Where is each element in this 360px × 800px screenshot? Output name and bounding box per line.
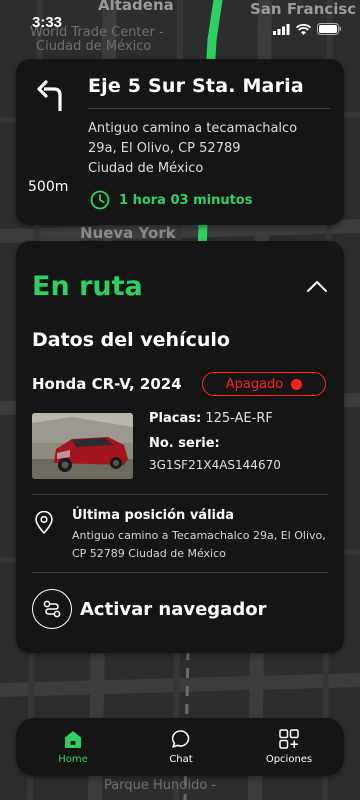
status-bar: 3:33 xyxy=(0,0,360,44)
plates-label: Placas: xyxy=(149,411,202,426)
battery-icon xyxy=(317,23,341,35)
trip-status: En ruta xyxy=(32,271,143,302)
map-label-parque-hundido: Parque Hundido - xyxy=(104,778,217,793)
nav-tab-chat[interactable]: Chat xyxy=(141,728,221,765)
bottom-navigation: Home Chat Opciones xyxy=(16,718,344,776)
wifi-icon xyxy=(296,23,311,35)
nav-divider xyxy=(88,108,330,109)
engine-status-text: Apagado xyxy=(225,376,284,392)
plates-value: 125-AE-RF xyxy=(205,411,273,426)
address-line: Antiguo camino a tecamachalco xyxy=(88,121,298,136)
nav-tab-home-label: Home xyxy=(58,754,88,765)
status-icons xyxy=(273,14,342,44)
status-dot-icon xyxy=(291,378,303,390)
nav-tab-home[interactable]: Home xyxy=(33,728,113,765)
grid-plus-icon xyxy=(279,729,299,749)
vehicle-photo xyxy=(32,413,133,479)
status-time: 3:33 xyxy=(32,14,63,31)
plates: Placas: 125-AE-RF xyxy=(149,411,273,426)
nav-tab-options-label: Opciones xyxy=(265,754,313,765)
turn-left-icon xyxy=(37,80,62,111)
divider xyxy=(32,494,328,495)
vehicle-name: Honda CR-V, 2024 xyxy=(32,375,182,393)
activate-navigator-label: Activar navegador xyxy=(80,598,267,620)
clock-icon xyxy=(90,190,110,210)
serial-label: No. serie: xyxy=(149,436,220,451)
activate-navigator-button[interactable]: Activar navegador xyxy=(32,589,266,629)
map-label-nueva-york: Nueva York xyxy=(80,224,176,242)
location-pin-icon xyxy=(35,511,53,535)
chat-icon xyxy=(171,730,190,748)
eta-text: 1 hora 03 minutos xyxy=(119,192,253,208)
navigation-card: 500m Eje 5 Sur Sta. Maria Antiguo camino… xyxy=(16,59,344,225)
section-title: Datos del vehículo xyxy=(32,329,230,351)
nav-tab-chat-label: Chat xyxy=(169,754,193,765)
turn-distance: 500m xyxy=(28,179,69,195)
address-line: Ciudad de México xyxy=(88,161,204,176)
engine-status-badge: Apagado xyxy=(202,372,326,396)
next-street: Eje 5 Sur Sta. Maria xyxy=(88,75,304,97)
vehicle-panel: En ruta Datos del vehículo Honda CR-V, 2… xyxy=(16,241,344,653)
route-icon xyxy=(32,589,72,629)
eta: 1 hora 03 minutos xyxy=(90,190,252,210)
home-icon xyxy=(65,731,81,748)
last-position-title: Última posición válida xyxy=(72,508,235,523)
address-line: 29a, El Olivo, CP 52789 xyxy=(88,141,241,156)
nav-tab-options[interactable]: Opciones xyxy=(249,728,329,765)
destination-address: Antiguo camino a tecamachalco 29a, El Ol… xyxy=(88,119,338,179)
car-image xyxy=(32,413,133,479)
signal-icon xyxy=(273,23,290,35)
chevron-up-icon[interactable] xyxy=(306,279,328,293)
serial-value: 3G1SF21X4AS144670 xyxy=(149,458,281,472)
divider xyxy=(32,572,328,573)
last-position-address: Antiguo camino a Tecamachalco 29a, El Ol… xyxy=(72,529,326,560)
